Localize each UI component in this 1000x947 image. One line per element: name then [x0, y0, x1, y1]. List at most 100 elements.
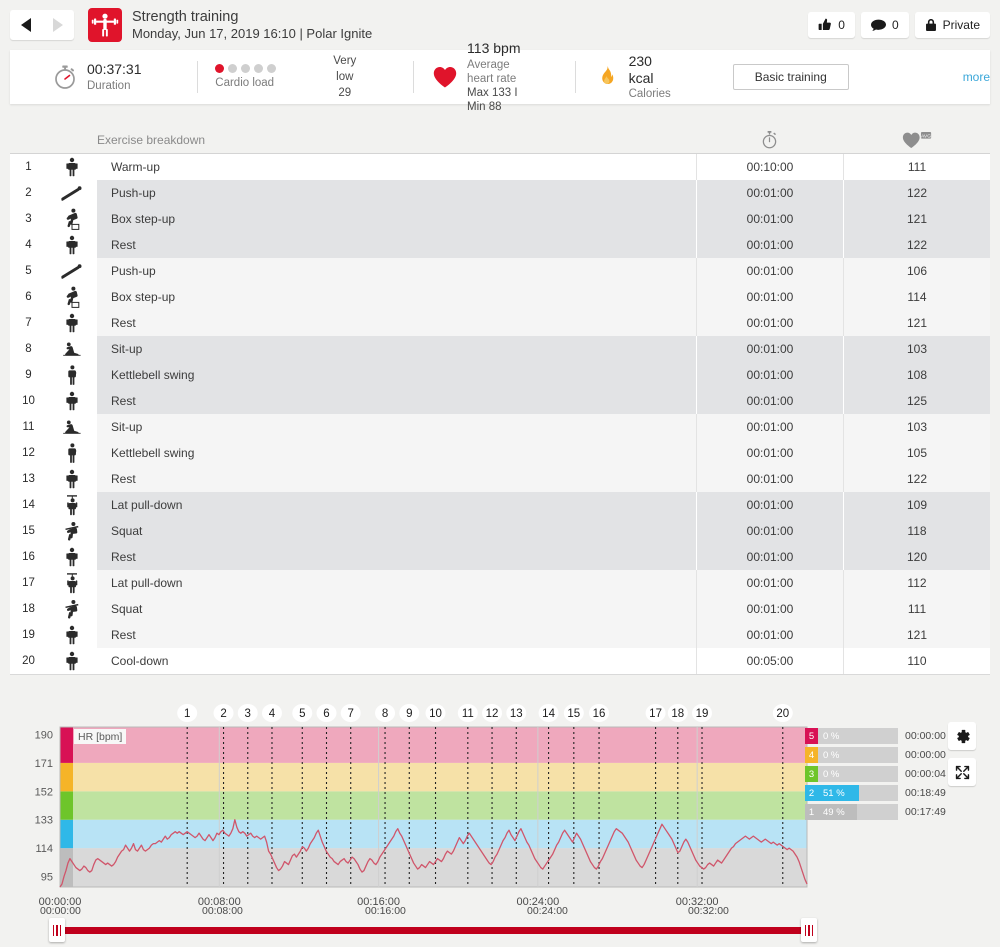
sit-up-icon [47, 414, 97, 440]
row-index: 8 [10, 336, 47, 362]
table-row[interactable]: 12 Kettlebell swing00:01:00105 [10, 440, 990, 466]
hr-zone-legend-row[interactable]: 40 %00:00:00 [805, 746, 900, 764]
table-row[interactable]: 13 Rest00:01:00122 [10, 466, 990, 492]
cardio-load-level: Very low [328, 53, 361, 85]
table-row[interactable]: 18 Squat00:01:00111 [10, 596, 990, 622]
exercise-marker-label: 12 [486, 708, 499, 720]
svg-text:AVG: AVG [920, 133, 930, 139]
table-row[interactable]: 2 Push-up00:01:00122 [10, 180, 990, 206]
header-hr-col: AVG [843, 131, 990, 149]
scrubber-left-handle[interactable] [49, 918, 65, 942]
privacy-button[interactable]: Private [915, 12, 990, 38]
standing-person-icon [47, 544, 97, 570]
table-row[interactable]: 16 Rest00:01:00120 [10, 544, 990, 570]
standing-person-icon [47, 232, 97, 258]
stopwatch-icon [52, 64, 78, 90]
hr-zone-legend-row[interactable]: 30 %00:00:04 [805, 765, 900, 783]
comment-button[interactable]: 0 [861, 12, 909, 38]
like-button[interactable]: 0 [808, 12, 855, 38]
exercise-name: Squat [97, 518, 696, 544]
heart-rate-value: 113 bpm [467, 40, 531, 57]
prev-session-button[interactable] [10, 10, 42, 40]
chart-settings-button[interactable] [948, 722, 976, 750]
table-header-row: Exercise breakdown AVG [10, 126, 990, 154]
session-subtitle: Monday, Jun 17, 2019 16:10 | Polar Ignit… [132, 26, 372, 42]
hr-zone-tab [60, 791, 73, 819]
exercise-duration: 00:01:00 [696, 388, 843, 414]
hr-zone-tab [60, 763, 73, 791]
scrubber-range-bar[interactable] [55, 927, 815, 934]
table-row[interactable]: 10 Rest00:01:00125 [10, 388, 990, 414]
cardio-load-dot [228, 64, 237, 73]
exercise-name: Rest [97, 310, 696, 336]
table-row[interactable]: 8 Sit-up00:01:00103 [10, 336, 990, 362]
row-index: 1 [10, 154, 47, 180]
scrubber-tick-label: 00:32:00 [688, 905, 729, 917]
exercise-name: Kettlebell swing [97, 440, 696, 466]
y-axis-tick-label: 152 [35, 786, 53, 798]
exercise-duration: 00:01:00 [696, 414, 843, 440]
exercise-name: Kettlebell swing [97, 362, 696, 388]
exercise-group: 17 Lat pull-down00:01:0011218 Squat00:01… [10, 570, 990, 648]
hr-zone-legend-row[interactable]: 251 %00:18:49 [805, 784, 900, 802]
table-row[interactable]: 3 Box step-up00:01:00121 [10, 206, 990, 232]
table-row[interactable]: 6 Box step-up00:01:00114 [10, 284, 990, 310]
next-session-button[interactable] [42, 10, 74, 40]
exercise-average-hr: 118 [843, 518, 990, 544]
hr-zone-number: 1 [805, 804, 818, 820]
lock-icon [925, 18, 937, 32]
table-row[interactable]: 14 Lat pull-down00:01:00109 [10, 492, 990, 518]
chart-fullscreen-button[interactable] [948, 758, 976, 786]
table-row[interactable]: 15 Squat00:01:00118 [10, 518, 990, 544]
table-row[interactable]: 4 Rest00:01:00122 [10, 232, 990, 258]
summary-divider-2 [413, 61, 414, 93]
thumbs-up-icon [818, 18, 832, 32]
exercise-average-hr: 103 [843, 414, 990, 440]
exercise-average-hr: 114 [843, 284, 990, 310]
row-index: 18 [10, 596, 47, 622]
hr-zone-band [60, 848, 807, 887]
comment-count: 0 [892, 18, 899, 32]
exercise-average-hr: 122 [843, 232, 990, 258]
hr-zone-bar: 51 % [818, 785, 898, 801]
training-type-button[interactable]: Basic training [733, 64, 849, 90]
table-row[interactable]: 19 Rest00:01:00121 [10, 622, 990, 648]
y-axis-tick-label: 95 [41, 872, 53, 884]
exercise-duration: 00:01:00 [696, 544, 843, 570]
heart-avg-icon: AVG [902, 131, 932, 149]
table-row[interactable]: 20 Cool-down00:05:00110 [10, 648, 990, 674]
y-axis-tick-label: 171 [35, 758, 53, 770]
exercise-marker-label: 6 [323, 708, 329, 720]
hr-zone-legend-row[interactable]: 50 %00:00:00 [805, 727, 900, 745]
summary-divider-3 [575, 61, 576, 93]
header-actions: 0 0 Private [808, 12, 990, 38]
exercise-average-hr: 111 [843, 154, 990, 180]
exercise-duration: 00:01:00 [696, 310, 843, 336]
duration-value: 00:37:31 [87, 61, 142, 78]
table-row[interactable]: 5 Push-up00:01:00106 [10, 258, 990, 284]
table-row[interactable]: 7 Rest00:01:00121 [10, 310, 990, 336]
timeline-scrubber[interactable]: 00:00:0000:08:0000:16:0000:24:0000:32:00 [10, 905, 990, 945]
exercise-average-hr: 121 [843, 622, 990, 648]
exercise-marker-label: 15 [567, 708, 580, 720]
hr-chart-svg[interactable]: 9511413315217119000:00:0000:08:0000:16:0… [10, 700, 810, 910]
row-index: 10 [10, 388, 47, 414]
exercise-average-hr: 122 [843, 180, 990, 206]
scrubber-right-handle[interactable] [801, 918, 817, 942]
hr-zone-time: 00:00:00 [905, 730, 946, 742]
more-link[interactable]: more [963, 70, 990, 84]
table-row[interactable]: 11 Sit-up00:01:00103 [10, 414, 990, 440]
exercise-average-hr: 121 [843, 206, 990, 232]
hr-zone-band [60, 727, 807, 763]
y-axis-tick-label: 133 [35, 815, 53, 827]
table-row[interactable]: 1 Warm-up00:10:00111 [10, 154, 990, 180]
exercise-average-hr: 121 [843, 310, 990, 336]
header-duration-col [696, 130, 843, 149]
hr-zone-time: 00:00:00 [905, 749, 946, 761]
exercise-group: 1 Warm-up00:10:00111 [10, 154, 990, 180]
table-row[interactable]: 17 Lat pull-down00:01:00112 [10, 570, 990, 596]
table-row[interactable]: 9 Kettlebell swing00:01:00108 [10, 362, 990, 388]
row-index: 16 [10, 544, 47, 570]
hr-zone-legend-row[interactable]: 149 %00:17:49 [805, 803, 900, 821]
exercise-marker-label: 18 [671, 708, 684, 720]
